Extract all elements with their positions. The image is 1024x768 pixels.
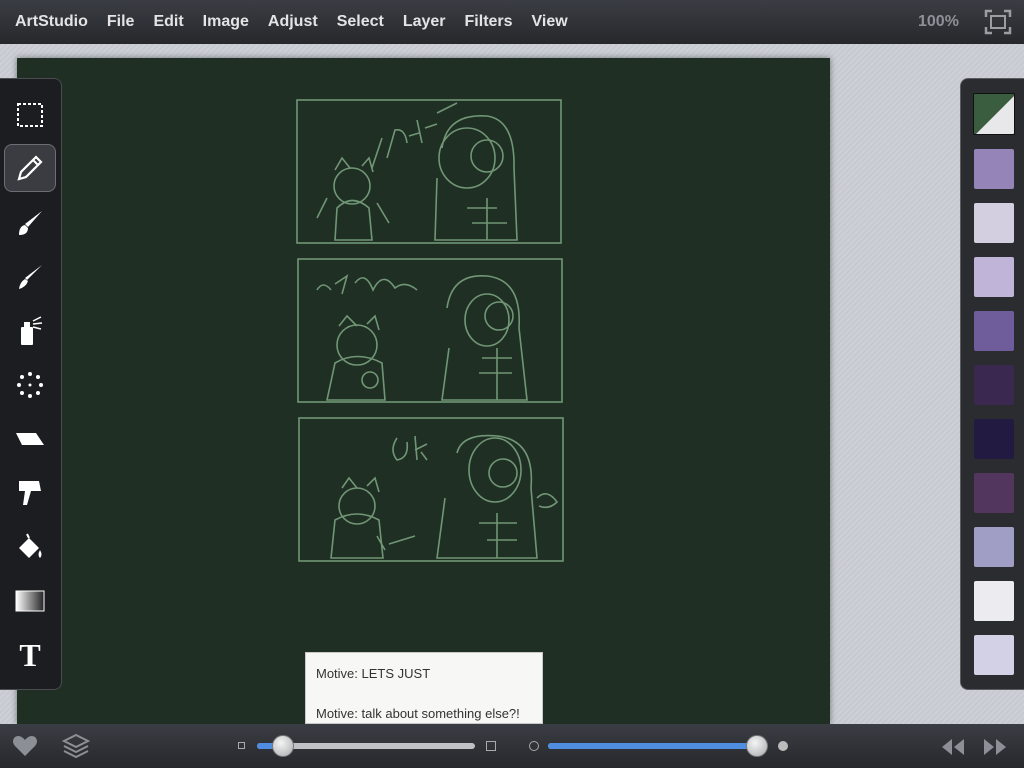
scatter-tool[interactable] [4, 361, 56, 409]
smear-tool[interactable] [4, 469, 56, 517]
menu-file[interactable]: File [107, 13, 135, 31]
menu-select[interactable]: Select [337, 13, 384, 31]
smudge-tool[interactable] [4, 253, 56, 301]
eraser-icon [16, 433, 44, 445]
selection-tool[interactable] [4, 91, 56, 139]
motive-note: Motive: LETS JUST Motive: talk about som… [305, 652, 543, 724]
text-tool[interactable]: T [4, 631, 56, 679]
heart-icon[interactable] [12, 735, 38, 757]
low-opacity-icon [529, 741, 539, 751]
palette-swatch[interactable] [974, 257, 1014, 297]
eraser-tool[interactable] [4, 415, 56, 463]
fullscreen-icon[interactable] [984, 9, 1012, 35]
paintbrush-icon [19, 211, 42, 235]
fast-forward-icon[interactable] [982, 737, 1008, 757]
marquee-select-icon [17, 103, 43, 127]
color-palette [960, 78, 1024, 690]
opacity-knob[interactable] [746, 735, 768, 757]
menu-filters[interactable]: Filters [465, 13, 513, 31]
fine-brush-icon [19, 265, 42, 289]
dots-scatter-icon [17, 372, 43, 398]
palette-swatch[interactable] [974, 527, 1014, 567]
text-tool-glyph: T [19, 636, 41, 673]
layers-icon[interactable] [62, 733, 90, 759]
menu-image[interactable]: Image [203, 13, 249, 31]
rewind-icon[interactable] [940, 737, 966, 757]
fill-tool[interactable] [4, 523, 56, 571]
palette-swatch[interactable] [974, 203, 1014, 243]
spray-tool[interactable] [4, 307, 56, 355]
bottom-bar [0, 724, 1024, 768]
pencil-tool[interactable] [4, 144, 56, 192]
small-size-icon [238, 742, 245, 749]
menu-artstudio[interactable]: ArtStudio [15, 13, 88, 31]
palette-swatch[interactable] [974, 149, 1014, 189]
opacity-slider[interactable] [548, 743, 768, 749]
palette-swatch[interactable] [974, 473, 1014, 513]
high-opacity-icon [778, 741, 788, 751]
pencil-icon [17, 155, 43, 181]
menu-view[interactable]: View [532, 13, 568, 31]
note-line-1: Motive: LETS JUST [316, 666, 431, 681]
palette-swatch[interactable] [974, 311, 1014, 351]
zoom-level[interactable]: 100% [918, 13, 959, 31]
paint-bucket-icon [19, 533, 42, 558]
palette-swatch[interactable] [974, 419, 1014, 459]
drawing-canvas[interactable] [17, 58, 830, 724]
note-line-2: Motive: talk about something else?! [316, 706, 520, 721]
menu-layer[interactable]: Layer [403, 13, 446, 31]
gradient-tool[interactable] [4, 577, 56, 625]
menu-adjust[interactable]: Adjust [268, 13, 318, 31]
palette-swatch[interactable] [974, 635, 1014, 675]
current-color-swatch[interactable] [973, 93, 1015, 135]
brush-size-knob[interactable] [272, 735, 295, 757]
gradient-icon [15, 590, 45, 612]
brush-tool[interactable] [4, 199, 56, 247]
spray-can-icon [21, 316, 43, 345]
large-size-icon [486, 741, 496, 751]
smear-finger-icon [19, 481, 41, 505]
tool-panel: T [0, 78, 62, 690]
menu-bar: ArtStudio File Edit Image Adjust Select … [0, 0, 1024, 44]
menu-edit[interactable]: Edit [153, 13, 183, 31]
palette-swatch[interactable] [974, 581, 1014, 621]
primary-secondary-color-icon [974, 94, 1014, 134]
comic-sketch [296, 99, 564, 562]
palette-swatch[interactable] [974, 365, 1014, 405]
